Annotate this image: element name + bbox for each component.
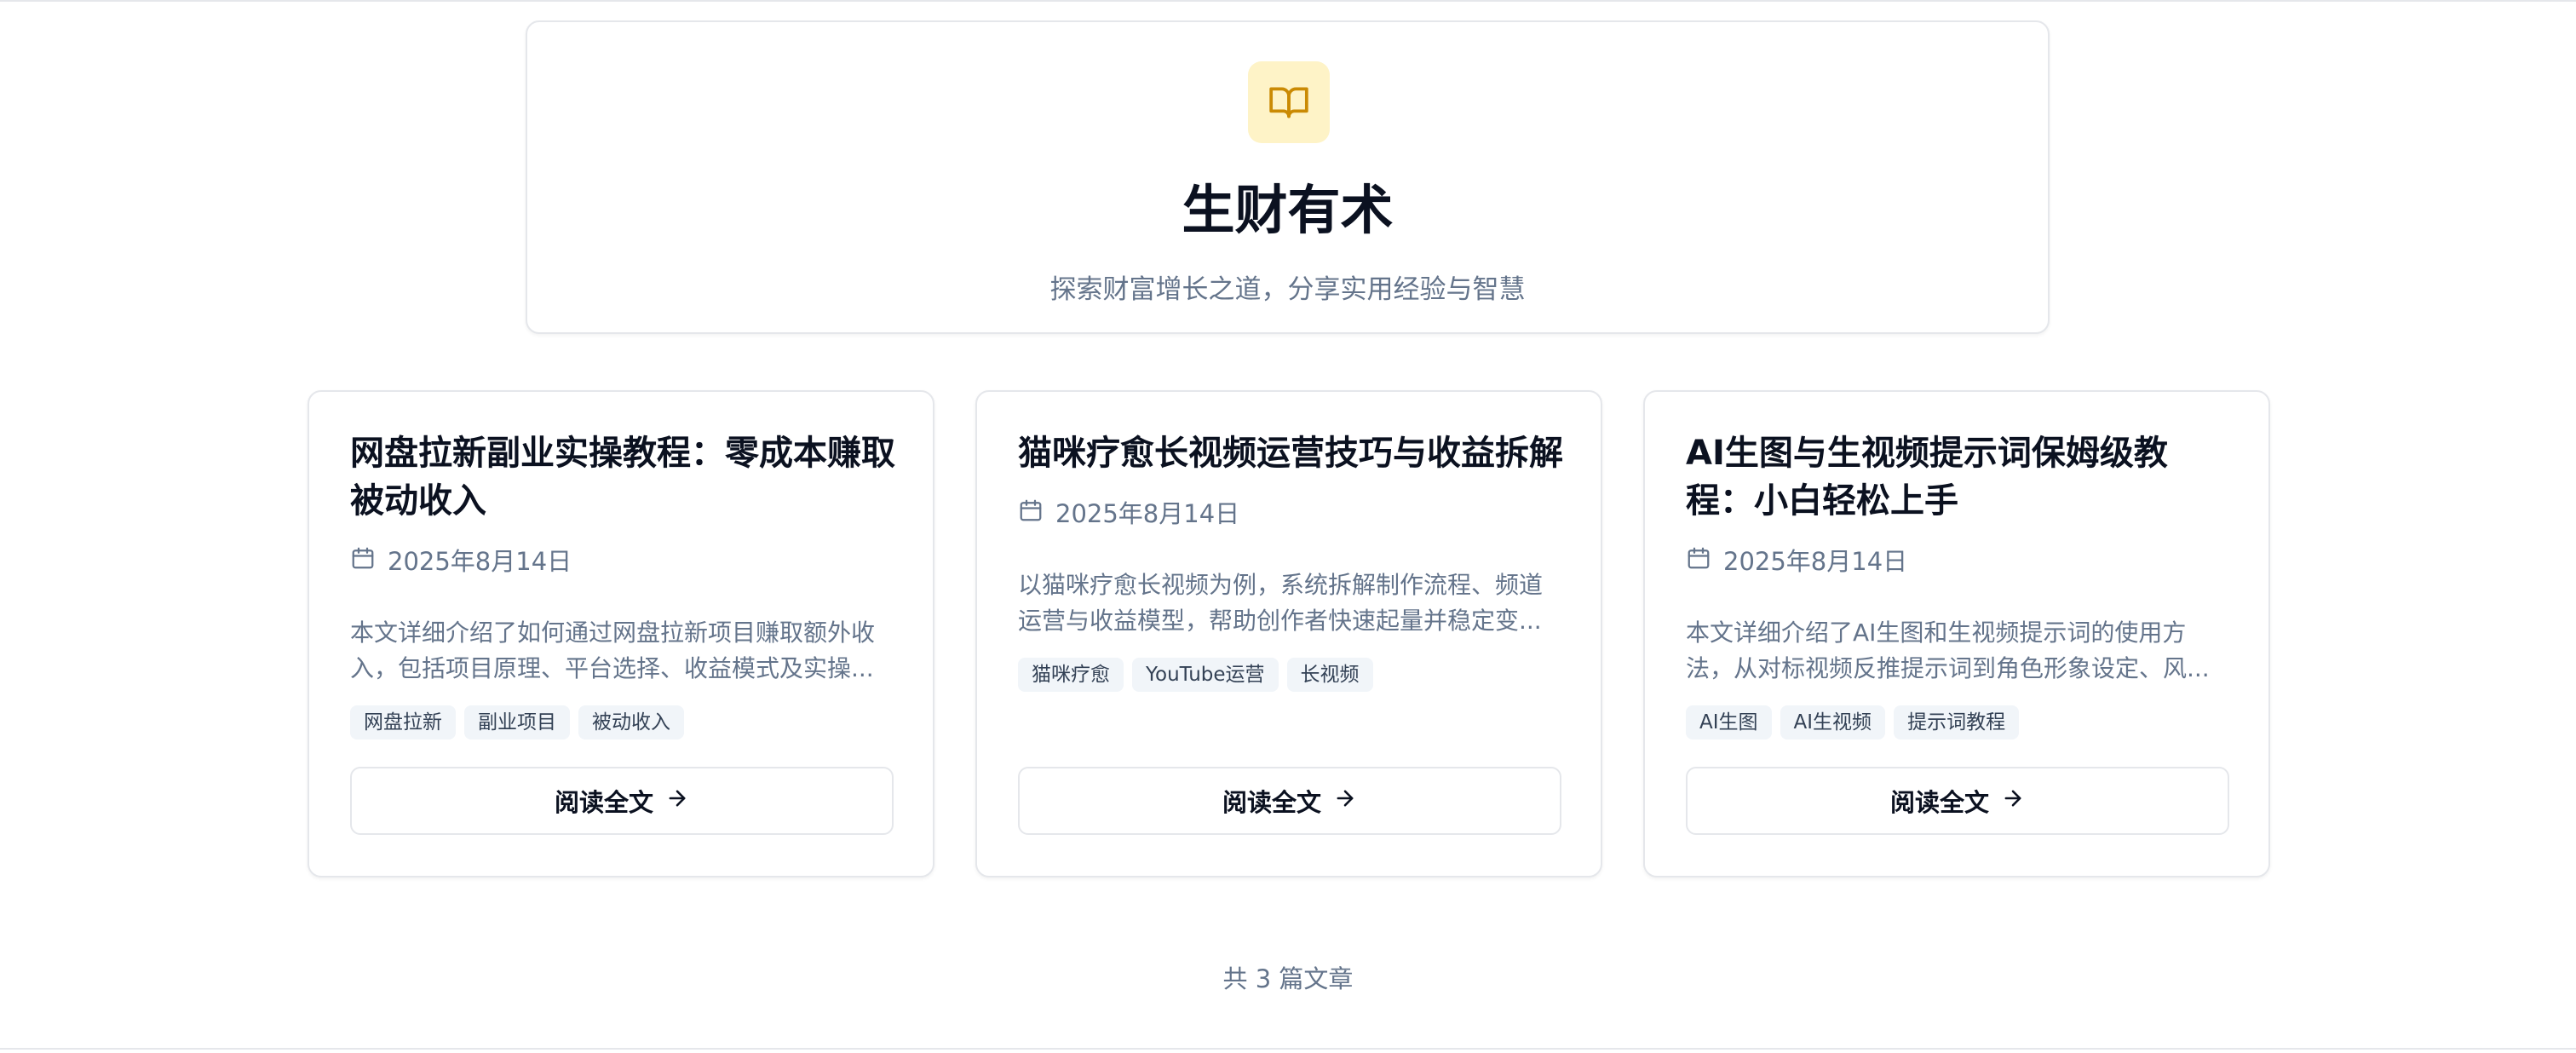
page-subtitle: 探索财富增长之道，分享实用经验与智慧 (1049, 274, 1526, 305)
article-date: 2025年8月14日 (1018, 494, 1239, 530)
tag[interactable]: 猫咪疗愈 (1018, 658, 1124, 692)
article-tags: 猫咪疗愈 YouTube运营 长视频 (1018, 658, 1373, 692)
article-date: 2025年8月14日 (1686, 542, 1907, 578)
article-tags: 网盘拉新 副业项目 被动收入 (350, 705, 684, 739)
bottom-divider (0, 1048, 2576, 1050)
tag[interactable]: 网盘拉新 (350, 705, 456, 739)
tag[interactable]: 提示词教程 (1894, 705, 2020, 739)
read-more-label: 阅读全文 (554, 788, 653, 817)
tag[interactable]: AI生视频 (1780, 705, 1886, 739)
article-date-text: 2025年8月14日 (1723, 547, 1908, 576)
arrow-right-icon (1333, 786, 1357, 816)
hero-card: 生财有术 探索财富增长之道，分享实用经验与智慧 (526, 20, 2050, 334)
article-card: 猫咪疗愈长视频运营技巧与收益拆解 2025年8月14日 以猫咪疗愈长视频为例，系… (975, 390, 1602, 878)
article-date-text: 2025年8月14日 (388, 547, 572, 576)
article-date-text: 2025年8月14日 (1055, 499, 1240, 528)
article-excerpt: 本文详细介绍了如何通过网盘拉新项目赚取额外收入，包括项目原理、平台选择、收益模式… (350, 619, 876, 682)
tag[interactable]: 被动收入 (578, 705, 684, 739)
article-count: 共 3 篇文章 (1222, 964, 1354, 993)
tag[interactable]: 副业项目 (464, 705, 570, 739)
read-more-label: 阅读全文 (1222, 788, 1321, 817)
article-date: 2025年8月14日 (350, 542, 572, 578)
tag[interactable]: 长视频 (1286, 658, 1373, 692)
book-open-icon (1248, 61, 1330, 143)
read-more-label: 阅读全文 (1889, 788, 1989, 817)
article-excerpt: 本文详细介绍了AI生图和生视频提示词的使用方法，从对标视频反推提示词到角色形象设… (1686, 619, 2210, 682)
tag[interactable]: YouTube运营 (1132, 658, 1279, 692)
article-card: 网盘拉新副业实操教程：零成本赚取被动收入 2025年8月14日 本文详细介绍了如… (308, 390, 934, 878)
article-card: AI生图与生视频提示词保姆级教程：小白轻松上手 2025年8月14日 本文详细介… (1643, 390, 2270, 878)
calendar-icon (350, 545, 376, 574)
article-tags: AI生图 AI生视频 提示词教程 (1686, 705, 2020, 739)
arrow-right-icon (2001, 786, 2025, 816)
article-title[interactable]: 猫咪疗愈长视频运营技巧与收益拆解 (1018, 429, 1563, 477)
read-more-button[interactable]: 阅读全文 (1018, 767, 1561, 835)
read-more-button[interactable]: 阅读全文 (1686, 767, 2229, 835)
article-excerpt: 以猫咪疗愈长视频为例，系统拆解制作流程、频道运营与收益模型，帮助创作者快速起量并… (1018, 571, 1544, 635)
page-title: 生财有术 (1182, 179, 1394, 241)
read-more-button[interactable]: 阅读全文 (350, 767, 894, 835)
article-title[interactable]: 网盘拉新副业实操教程：零成本赚取被动收入 (350, 429, 895, 525)
top-divider (0, 0, 2576, 2)
tag[interactable]: AI生图 (1686, 705, 1772, 739)
arrow-right-icon (665, 786, 689, 816)
article-title[interactable]: AI生图与生视频提示词保姆级教程：小白轻松上手 (1686, 429, 2231, 525)
calendar-icon (1018, 498, 1044, 526)
calendar-icon (1686, 545, 1711, 574)
